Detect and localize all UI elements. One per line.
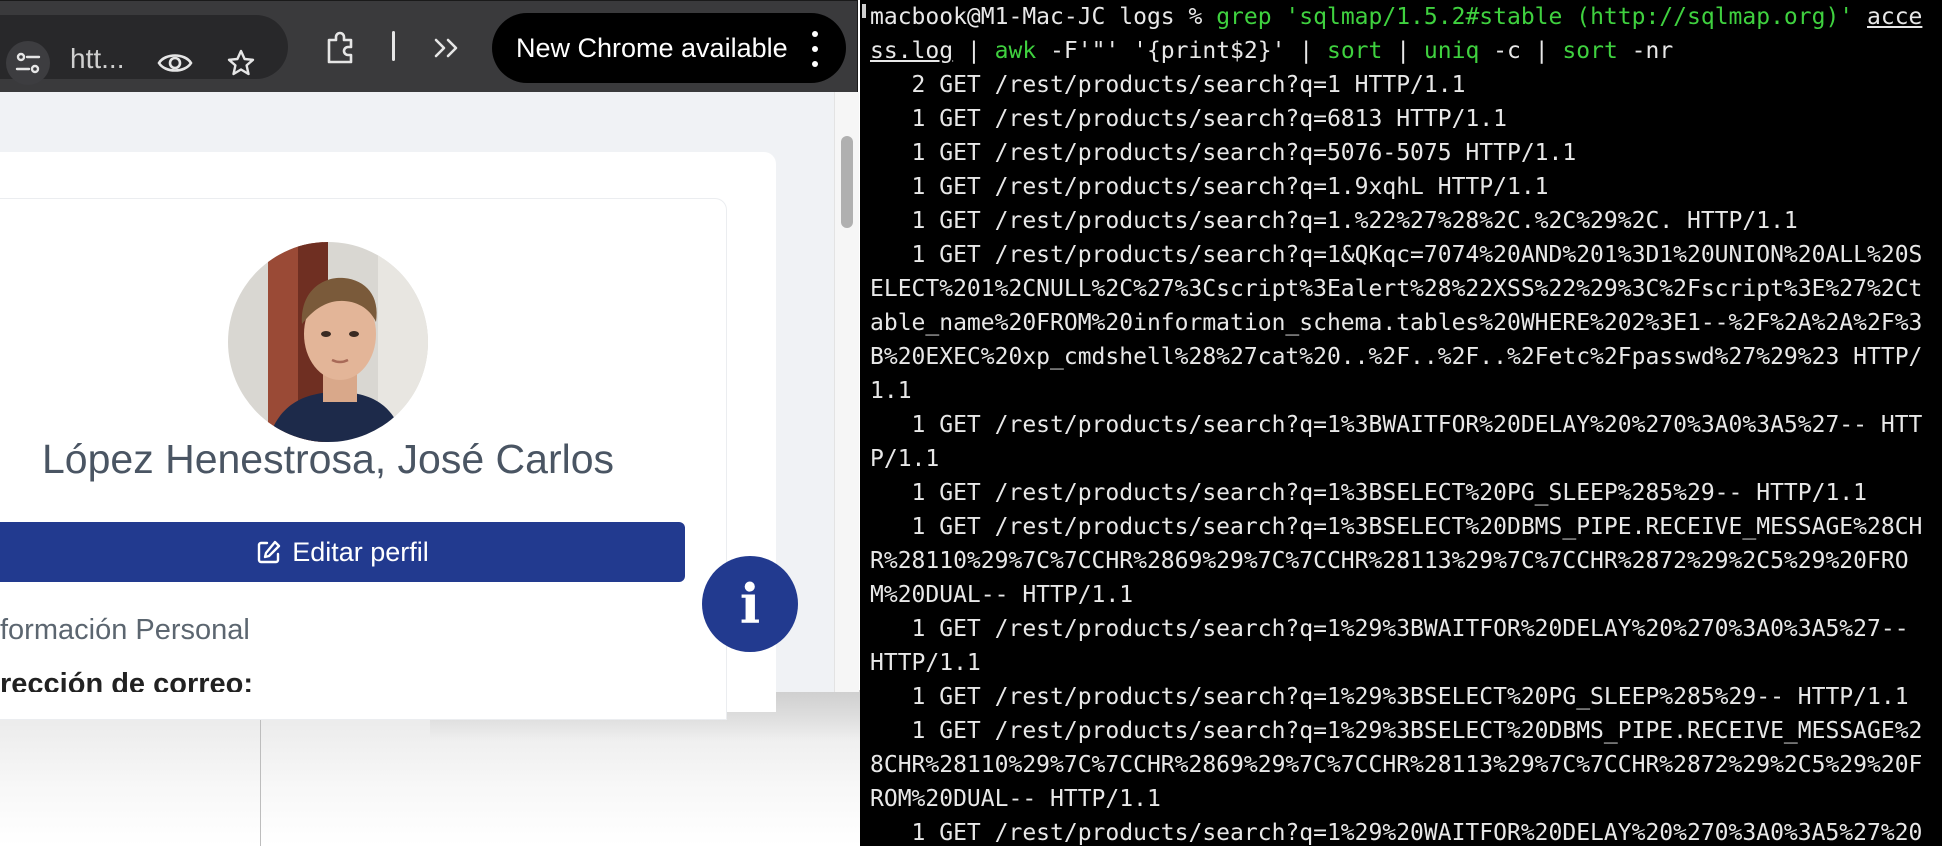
terminal-line: 2 GET /rest/products/search?q=1 HTTP/1.1	[870, 72, 1466, 98]
update-label: New Chrome available	[516, 33, 788, 63]
cmd-sort-2: sort	[1562, 38, 1618, 64]
cmd-uniq-args: -c |	[1479, 38, 1563, 64]
cmd-grep: grep	[1216, 4, 1272, 30]
terminal-line: 1 GET /rest/products/search?q=1.9xqhL HT…	[870, 174, 1549, 200]
email-label-clip: rección de correo:	[0, 652, 690, 692]
info-icon: i	[739, 572, 761, 636]
terminal-prompt: macbook@M1-Mac-JC logs %	[870, 4, 1217, 30]
terminal-output: macbook@M1-Mac-JC logs % grep 'sqlmap/1.…	[870, 0, 1936, 846]
cmd-awk-args: -F'"' '{print$2}' |	[1036, 38, 1327, 64]
terminal-cursor-mark	[862, 4, 866, 18]
scrollbar-thumb[interactable]	[841, 136, 853, 228]
cmd-sort: sort	[1326, 38, 1383, 64]
terminal-line: 1 GET /rest/products/search?q=1%29%3BWAI…	[870, 616, 1923, 676]
terminal-line: 1 GET /rest/products/search?q=1&QKqc=707…	[870, 242, 1923, 404]
terminal-window[interactable]: macbook@M1-Mac-JC logs % grep 'sqlmap/1.…	[860, 0, 1942, 846]
cmd-uniq: uniq	[1423, 38, 1480, 64]
edit-icon	[258, 540, 281, 564]
eye-icon[interactable]	[152, 41, 198, 85]
edit-profile-label: Editar perfil	[292, 536, 429, 567]
terminal-line: 1 GET /rest/products/search?q=1%29%3BSEL…	[870, 718, 1923, 812]
cmd-pipe-1: |	[953, 38, 995, 64]
new-chrome-available-button[interactable]: New Chrome available	[492, 13, 846, 83]
terminal-line: 1 GET /rest/products/search?q=1%3BSELECT…	[870, 480, 1868, 506]
email-label: rección de correo:	[0, 668, 254, 692]
edit-profile-button[interactable]: Editar perfil	[0, 522, 685, 582]
scrollbar[interactable]	[834, 92, 859, 692]
kebab-menu-icon[interactable]	[802, 31, 828, 67]
chevrons-right-icon[interactable]	[424, 25, 470, 71]
info-fab-button[interactable]: i	[702, 556, 798, 652]
star-icon[interactable]	[218, 41, 264, 85]
cmd-pipe-2: |	[1382, 38, 1424, 64]
cmd-sort-2-args: -nr	[1617, 38, 1674, 64]
terminal-line: 1 GET /rest/products/search?q=1%29%3BSEL…	[870, 684, 1909, 710]
terminal-line: 1 GET /rest/products/search?q=1%29%20WAI…	[870, 820, 1923, 846]
puzzle-icon[interactable]	[318, 25, 364, 71]
terminal-line: 1 GET /rest/products/search?q=1%3BSELECT…	[870, 514, 1923, 608]
cmd-awk: awk	[994, 38, 1037, 64]
toolbar-separator	[392, 31, 395, 61]
profile-name: López Henestrosa, José Carlos	[41, 436, 615, 482]
terminal-line: 1 GET /rest/products/search?q=1%3BWAITFO…	[870, 412, 1923, 472]
browser-toolbar: htt... New Chrome available	[0, 1, 857, 93]
avatar	[228, 242, 428, 442]
personal-info-heading: formación Personal	[0, 614, 250, 646]
cmd-grep-arg: 'sqlmap/1.5.2#stable (http://sqlmap.org)…	[1271, 4, 1868, 30]
address-bar[interactable]: htt...	[0, 15, 288, 85]
terminal-line: 1 GET /rest/products/search?q=1.%22%27%2…	[870, 208, 1798, 234]
tune-icon[interactable]	[6, 41, 50, 85]
terminal-line: 1 GET /rest/products/search?q=6813 HTTP/…	[870, 106, 1507, 132]
clip-region	[0, 692, 860, 846]
terminal-line: 1 GET /rest/products/search?q=5076-5075 …	[870, 140, 1577, 166]
url-text[interactable]: htt...	[70, 43, 124, 75]
